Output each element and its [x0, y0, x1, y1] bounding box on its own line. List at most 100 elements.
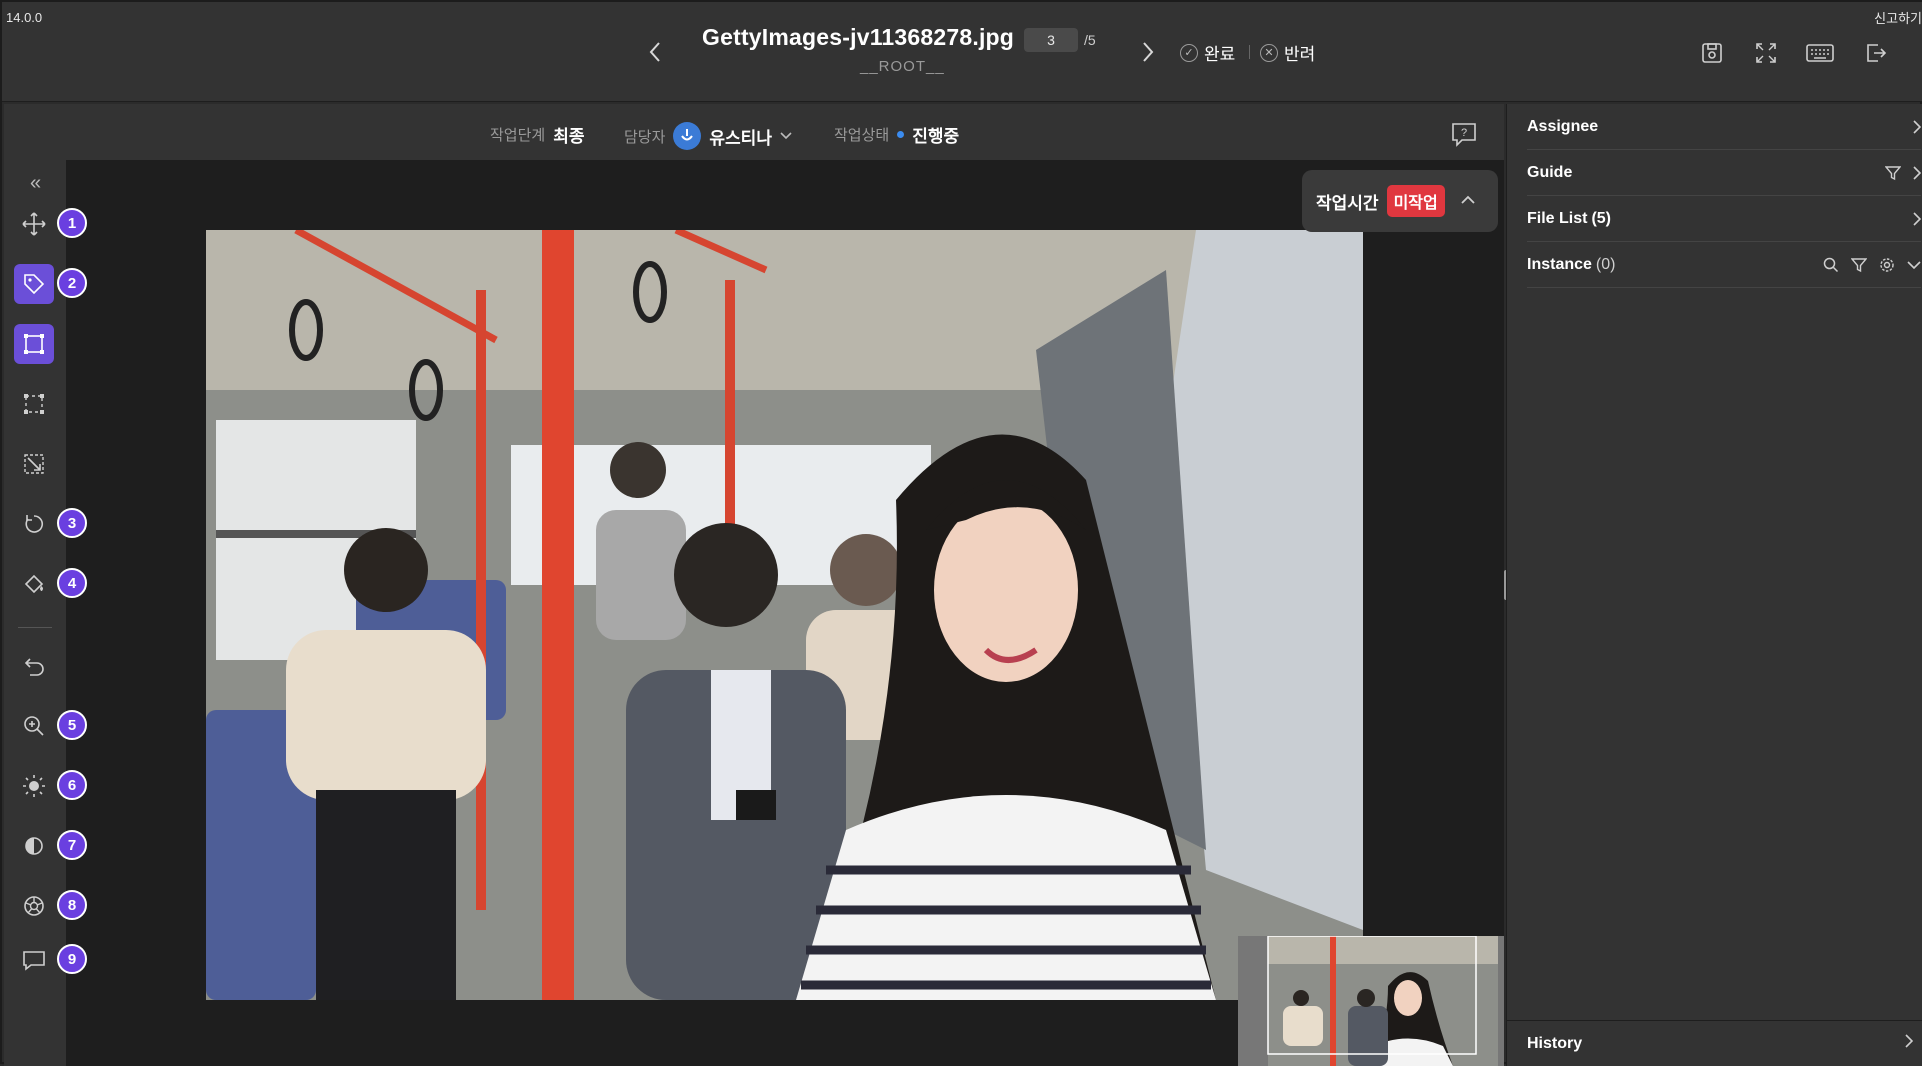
comment-icon: [23, 951, 45, 971]
assignee-info[interactable]: 담당자 유스티나: [624, 122, 792, 150]
reject-label: 반려: [1284, 45, 1316, 64]
status-label: 작업상태: [834, 127, 890, 144]
stage-label: 작업단계: [490, 127, 546, 144]
chevron-down-icon: [780, 132, 792, 140]
tag-tool[interactable]: [14, 264, 54, 304]
pan-icon: [22, 212, 46, 236]
timer-label: 작업시간: [1316, 193, 1379, 213]
paint-bucket-icon: [24, 574, 44, 594]
section-title: Assignee: [1527, 117, 1599, 135]
section-title: Instance: [1527, 255, 1592, 273]
fullscreen-button[interactable]: [1750, 38, 1782, 68]
stage-value: 최종: [553, 127, 585, 146]
settings-tool[interactable]: [14, 886, 54, 926]
filter-icon[interactable]: [1851, 257, 1867, 273]
keyboard-shortcuts-button[interactable]: [1804, 38, 1836, 68]
file-name: GettyImages-jv11368278.jpg: [702, 24, 1015, 50]
shortcut-badge: 7: [57, 830, 87, 860]
stage-info: 작업단계 최종: [490, 122, 584, 147]
prev-icon: [649, 42, 660, 62]
tag-icon: [24, 274, 45, 295]
status-info: 작업상태 진행중: [834, 122, 959, 147]
chevron-right-icon: [1913, 119, 1921, 134]
filter-icon[interactable]: [1885, 165, 1901, 181]
brightness-tool[interactable]: [14, 766, 54, 806]
chevron-up-icon: [1461, 195, 1475, 204]
assignee-label: 담당자: [624, 128, 666, 146]
exit-button[interactable]: [1860, 38, 1892, 68]
undo-icon: [24, 658, 44, 676]
bbox-tool[interactable]: [14, 324, 54, 364]
check-icon: ✓: [1180, 43, 1198, 62]
assignee-value: 유스티나: [709, 128, 772, 148]
image-canvas[interactable]: 작업시간 미작업: [66, 160, 1504, 1066]
page-number-input[interactable]: [1024, 28, 1078, 52]
top-bar: 14.0.0 신고하기 GettyImages-jv11368278.jpg _…: [2, 2, 1922, 102]
collapse-toolbar-icon[interactable]: «: [30, 172, 41, 195]
chevron-right-icon: [1913, 165, 1921, 180]
guide-section[interactable]: Guide: [1527, 150, 1921, 196]
shortcut-badge: 3: [57, 508, 87, 538]
approve-label: 완료: [1204, 45, 1236, 64]
file-count: (5): [1591, 209, 1612, 227]
shortcut-badge: 5: [57, 710, 87, 740]
timer-status-badge: 미작업: [1386, 185, 1445, 217]
app-frame: 14.0.0 신고하기 GettyImages-jv11368278.jpg _…: [0, 0, 1922, 1066]
prev-file-button[interactable]: [640, 36, 670, 68]
section-title: File List: [1527, 209, 1588, 227]
version-label: 14.0.0: [6, 10, 43, 25]
save-button[interactable]: [1696, 38, 1728, 68]
undo-button[interactable]: [14, 646, 54, 686]
shortcut-badge: 8: [57, 890, 87, 920]
avatar: [673, 122, 702, 150]
shortcut-badge: 1: [57, 208, 87, 238]
pan-tool[interactable]: [14, 204, 54, 244]
work-timer-panel: 작업시간 미작업: [1302, 170, 1498, 232]
help-button[interactable]: ?: [1450, 120, 1480, 148]
bbox-icon: [24, 334, 44, 354]
zoom-in-icon: [24, 716, 44, 736]
keyboard-icon: [1806, 44, 1834, 62]
exit-icon: [1867, 44, 1887, 62]
contrast-icon: [25, 837, 43, 855]
comment-tool[interactable]: [14, 940, 54, 980]
polygon-tool[interactable]: [14, 384, 54, 424]
file-list-section[interactable]: File List (5): [1527, 196, 1921, 242]
aperture-icon: [24, 896, 44, 916]
right-panel: Assignee Guide File List (5) Instance (0…: [1506, 104, 1922, 1066]
chevron-down-icon: [1907, 260, 1921, 269]
shortcut-badge: 9: [57, 944, 87, 974]
instance-count: (0): [1595, 255, 1616, 273]
task-info-bar: 작업단계 최종 담당자 유스티나 작업상태 진행중 ?: [4, 104, 1504, 160]
section-title: History: [1527, 1034, 1583, 1052]
assignee-section[interactable]: Assignee: [1527, 104, 1921, 150]
status-dot: [897, 131, 905, 138]
reject-button[interactable]: ✕ 반려: [1260, 40, 1315, 65]
zoom-tool[interactable]: [14, 706, 54, 746]
approve-button[interactable]: ✓ 완료: [1180, 40, 1235, 65]
history-section[interactable]: History: [1507, 1020, 1922, 1066]
crop-icon: [24, 454, 44, 474]
fill-tool[interactable]: [14, 564, 54, 604]
shortcut-badge: 2: [57, 268, 87, 298]
toolbar-divider: [18, 627, 52, 628]
next-file-button[interactable]: [1133, 36, 1163, 68]
minimap-thumbnail: [1267, 936, 1498, 1066]
gear-icon[interactable]: [1879, 257, 1895, 273]
brightness-icon: [23, 775, 45, 797]
contrast-tool[interactable]: [14, 826, 54, 866]
report-link[interactable]: 신고하기: [1874, 8, 1922, 27]
shortcut-badge: 4: [57, 568, 87, 598]
search-icon[interactable]: [1823, 257, 1839, 273]
collapse-timer-button[interactable]: [1461, 192, 1475, 210]
minimap[interactable]: [1238, 936, 1504, 1066]
instance-section[interactable]: Instance (0): [1527, 242, 1921, 288]
polygon-icon: [24, 394, 44, 414]
rotate-tool[interactable]: [14, 504, 54, 544]
status-value: 진행중: [912, 127, 960, 146]
chevron-right-icon: [1905, 1034, 1914, 1048]
bus-photo[interactable]: [206, 230, 1363, 1000]
help-chat-icon: ?: [1452, 123, 1476, 147]
svg-text:?: ?: [1461, 127, 1467, 139]
crop-tool[interactable]: [14, 444, 54, 484]
